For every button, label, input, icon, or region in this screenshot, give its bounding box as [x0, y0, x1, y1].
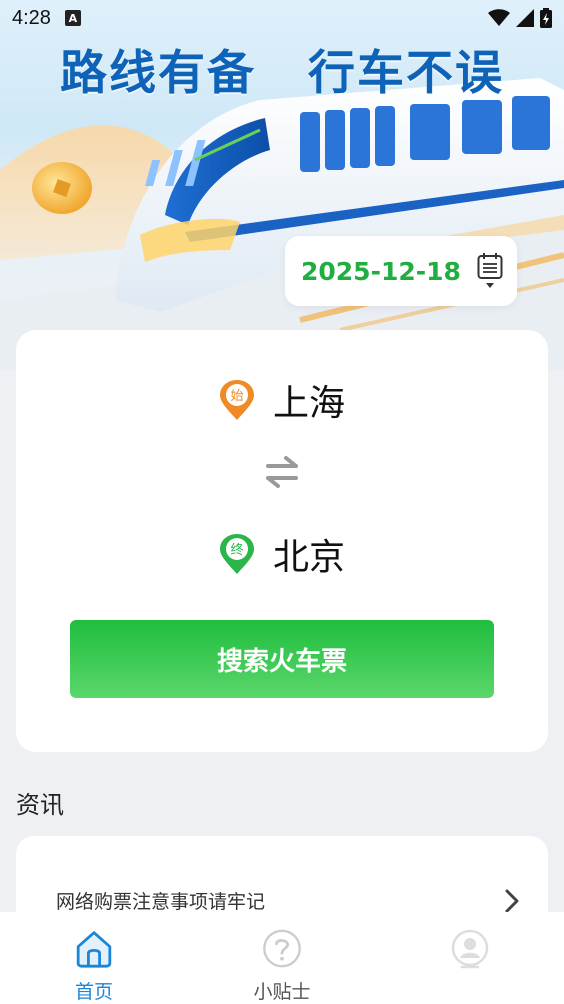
swap-icon [266, 456, 298, 488]
profile-icon [451, 929, 489, 969]
end-pin-label: 终 [230, 542, 243, 558]
home-icon [76, 931, 112, 968]
slogan-right: 行车不误 [308, 46, 504, 101]
tab-tips-label: 小贴士 [253, 981, 311, 1003]
route-card: 始 上海 终 北京 搜索火车票 [16, 330, 548, 752]
search-tickets-button[interactable]: 搜索火车票 [70, 620, 494, 698]
to-station-name: 北京 [272, 537, 345, 578]
tab-home[interactable]: 首页 [0, 912, 188, 1004]
hero-banner: 4:28 A 路线有备 行车不误 2025-12-18 [0, 0, 564, 370]
bottom-tab-bar: 首页 小贴士 [0, 912, 564, 1004]
question-icon [263, 929, 301, 968]
news-section-title: 资讯 [16, 791, 64, 819]
date-picker[interactable]: 2025-12-18 [285, 236, 517, 306]
status-time: 4:28 [12, 6, 51, 29]
end-pin-icon: 终 [219, 534, 254, 574]
tab-home-label: 首页 [74, 981, 113, 1003]
status-notification-icon: A [64, 10, 81, 26]
battery-icon [540, 8, 552, 28]
from-station-row[interactable]: 始 上海 [16, 374, 548, 426]
start-pin-icon: 始 [219, 380, 254, 420]
hero-slogan: 路线有备 行车不误 [0, 34, 564, 103]
start-pin-label: 始 [230, 389, 243, 404]
slogan-left: 路线有备 [60, 46, 256, 101]
swap-stations-button[interactable] [262, 452, 302, 492]
status-icons [488, 8, 552, 28]
chevron-right-icon [505, 889, 519, 913]
calendar-icon[interactable] [477, 252, 503, 290]
tab-profile[interactable] [376, 912, 564, 1004]
news-item-text: 网络购票注意事项请牢记 [56, 890, 266, 913]
tab-tips[interactable]: 小贴士 [188, 912, 376, 1004]
date-value: 2025-12-18 [301, 256, 461, 286]
to-station-row[interactable]: 终 北京 [16, 528, 548, 580]
from-station-name: 上海 [272, 383, 345, 424]
signal-icon [516, 9, 534, 27]
status-bar: 4:28 A [0, 0, 564, 36]
wifi-icon [488, 9, 510, 26]
